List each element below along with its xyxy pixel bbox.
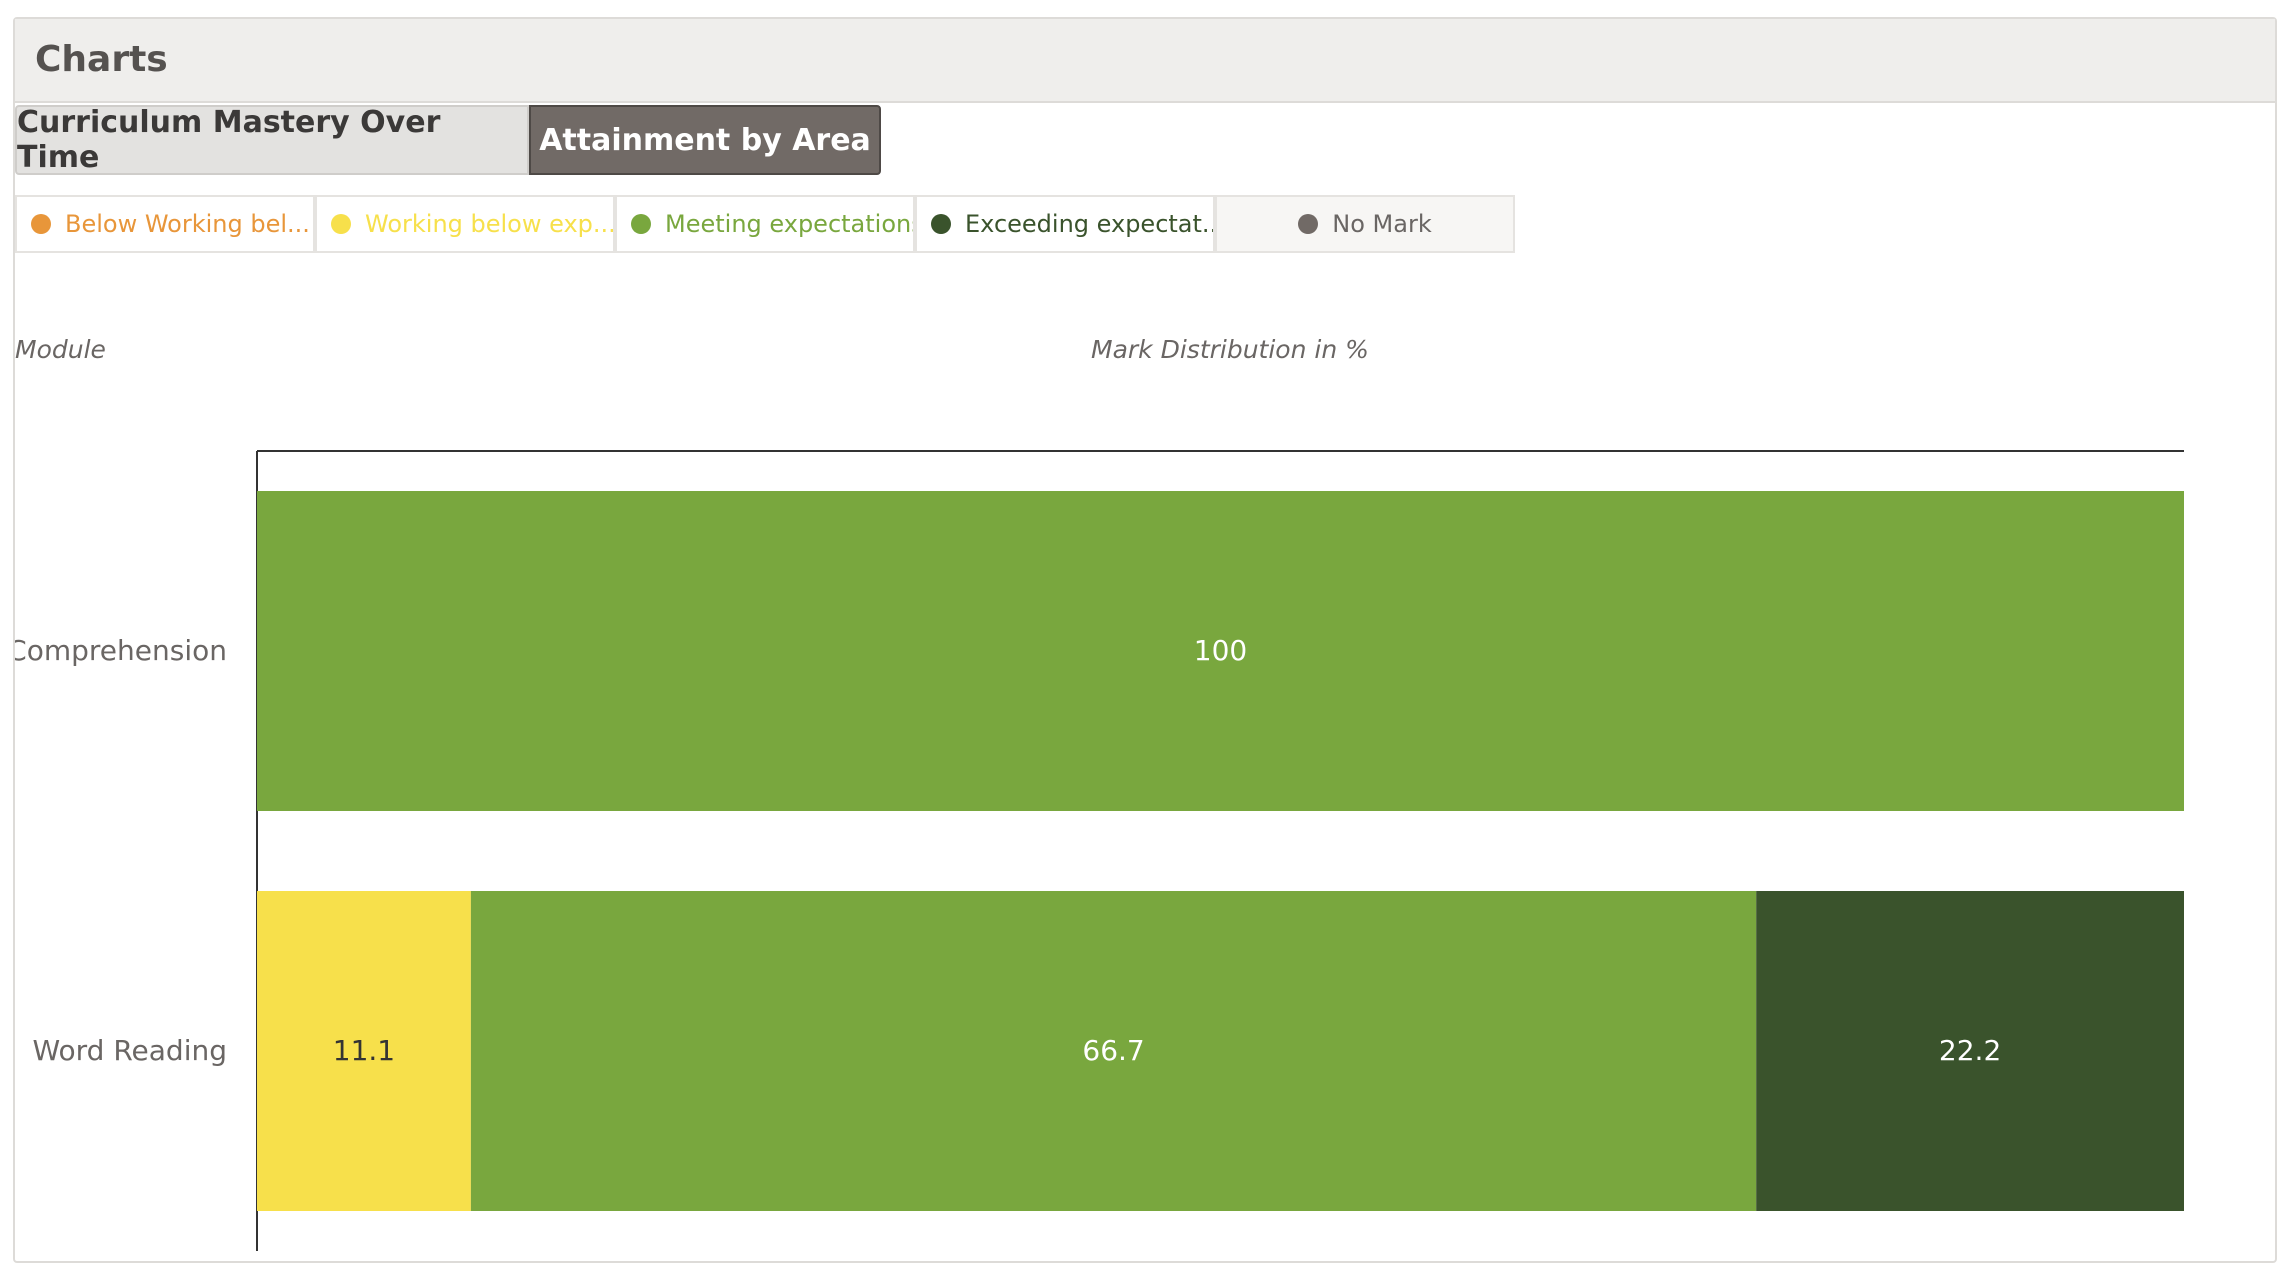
data-label: 22.2 (1939, 1034, 2001, 1067)
legend-item-below-working[interactable]: Below Working bel... (15, 195, 315, 253)
x-axis-caption: Mark Distribution in % (1091, 335, 1369, 364)
category-label: Word Reading (32, 1034, 227, 1067)
legend-label: No Mark (1332, 210, 1432, 238)
data-label: 66.7 (1082, 1034, 1144, 1067)
data-label: 100 (1194, 634, 1247, 667)
legend-label: Below Working bel... (65, 210, 310, 238)
chart-legend: Below Working bel... Working below exp..… (15, 195, 1515, 253)
legend-dot-icon (1298, 214, 1319, 234)
tab-curriculum-mastery-over-time[interactable]: Curriculum Mastery Over Time (15, 105, 529, 175)
legend-dot-icon (931, 214, 951, 234)
data-label: 11.1 (333, 1034, 395, 1067)
charts-panel: Charts Curriculum Mastery Over Time Atta… (13, 17, 2277, 1263)
legend-item-working-below[interactable]: Working below exp... (315, 195, 615, 253)
panel-header: Charts (15, 19, 2275, 103)
legend-item-meeting-expectations[interactable]: Meeting expectations (615, 195, 915, 253)
y-axis-caption: Module (15, 335, 106, 364)
legend-dot-icon (31, 214, 51, 234)
chart-tabs: Curriculum Mastery Over Time Attainment … (15, 105, 881, 175)
legend-item-exceeding-expectations[interactable]: Exceeding expectat... (915, 195, 1215, 253)
legend-dot-icon (631, 214, 651, 234)
legend-label: Working below exp... (365, 210, 615, 238)
legend-label: Meeting expectations (665, 210, 915, 238)
legend-item-no-mark[interactable]: No Mark (1215, 195, 1515, 253)
tab-attainment-by-area[interactable]: Attainment by Area (529, 105, 881, 175)
panel-title: Charts (35, 39, 168, 80)
attainment-bar-chart: Comprehension 100 Word Reading 11.1 66.7 22.2 (15, 450, 2184, 1251)
legend-label: Exceeding expectat... (965, 210, 1215, 238)
legend-dot-icon (331, 214, 351, 234)
category-label: Comprehension (15, 634, 227, 667)
